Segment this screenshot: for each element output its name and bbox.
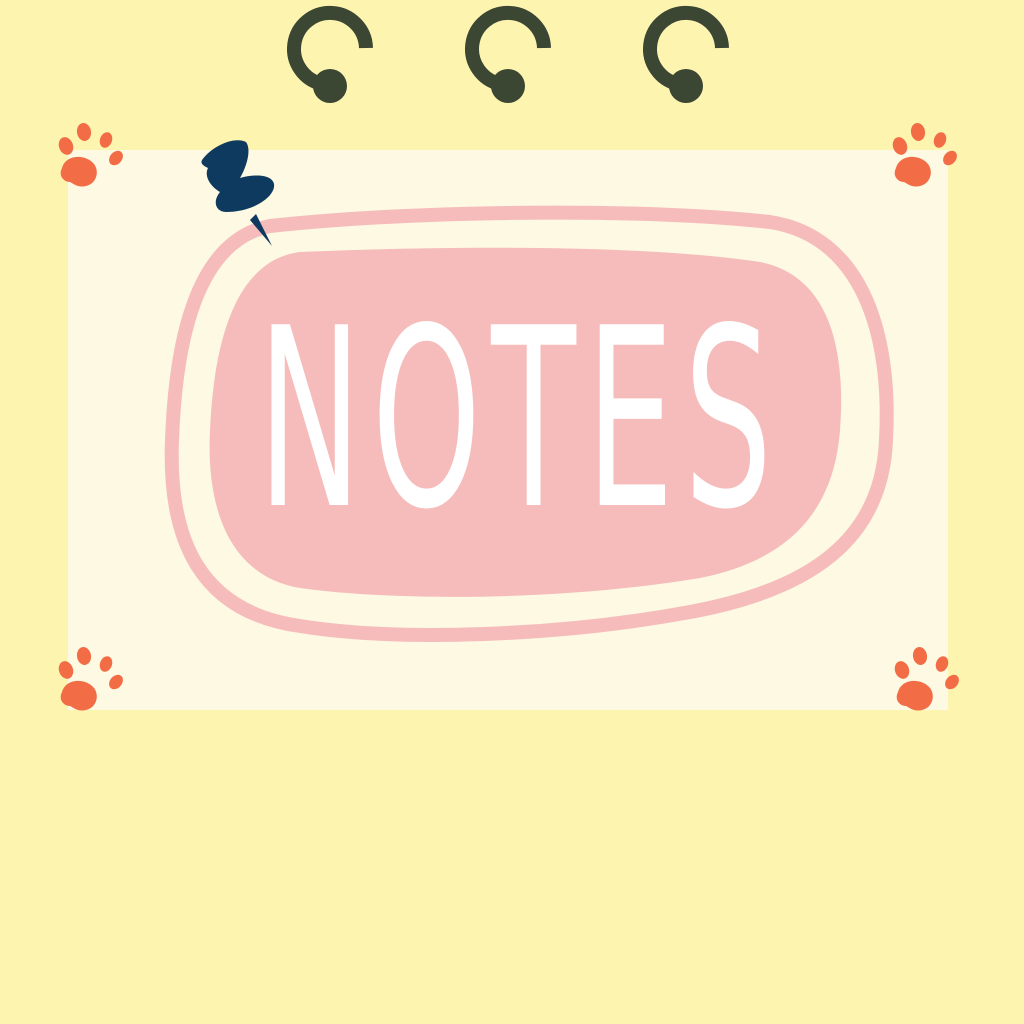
- push-pin-icon: [201, 140, 275, 246]
- page-title: NOTES: [257, 276, 783, 564]
- paw-print-icon: [892, 123, 957, 187]
- binder-ring-icon: [643, 5, 729, 103]
- paw-print-icon: [58, 647, 123, 711]
- paw-print-icon: [58, 123, 123, 187]
- binder-rings: [287, 5, 729, 103]
- paw-print-icon: [894, 647, 959, 711]
- binder-ring-icon: [287, 5, 373, 103]
- binder-ring-icon: [465, 5, 551, 103]
